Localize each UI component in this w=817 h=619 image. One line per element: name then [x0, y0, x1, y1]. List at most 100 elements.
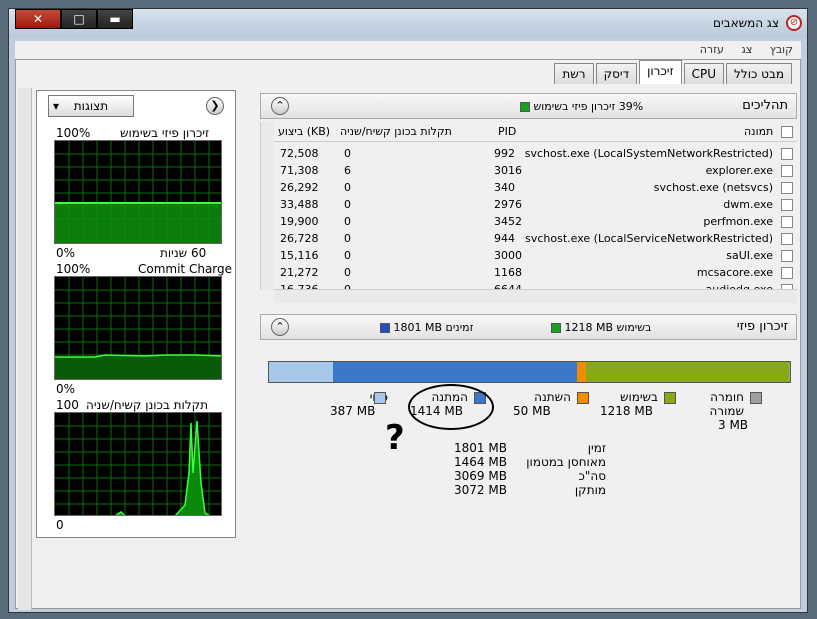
tab-strip: מבט כולל CPU זיכרון דיסק רשת — [552, 60, 792, 84]
process-checkbox[interactable] — [781, 267, 793, 279]
process-commit: 71,308 — [280, 164, 319, 177]
memory-used-icon — [520, 102, 530, 112]
process-row[interactable]: svchost.exe (netsvcs) 340 0 26,292 — [274, 180, 797, 197]
process-faults: 0 — [344, 249, 351, 262]
column-hard-faults[interactable]: תקלות בכונן קשיח/שניה — [340, 125, 452, 138]
graph1-bottom: 0% — [56, 246, 76, 260]
resource-monitor-icon: ⊘ — [786, 15, 802, 31]
process-checkbox[interactable] — [781, 182, 793, 194]
process-checkbox[interactable] — [781, 165, 793, 177]
process-commit: 21,272 — [280, 266, 319, 279]
process-faults: 0 — [344, 232, 351, 245]
processes-hscroll[interactable] — [274, 289, 797, 303]
title-bar[interactable]: ✕ □ ▬ צג המשאבים ⊘ — [9, 9, 807, 37]
process-pid: 992 — [494, 147, 515, 160]
process-row[interactable]: svchost.exe (LocalSystemNetworkRestricte… — [274, 146, 797, 163]
column-commit[interactable]: ביצוע (KB) — [278, 125, 330, 138]
column-pid[interactable]: PID — [498, 125, 516, 138]
legend-value: 387 MB — [330, 404, 376, 418]
processes-table-header: תמונה PID תקלות בכונן קשיח/שניה ביצוע (K… — [274, 122, 797, 142]
tab-network[interactable]: רשת — [554, 63, 594, 84]
left-vertical-scrollbar[interactable] — [18, 88, 32, 610]
process-row[interactable]: saUI.exe 3000 0 15,116 — [274, 248, 797, 265]
graph1-top: 100% — [56, 126, 91, 140]
process-pid: 3452 — [494, 215, 522, 228]
menu-help[interactable]: עזרה — [700, 43, 724, 56]
summary-label: סה"כ — [578, 469, 607, 483]
process-checkbox[interactable] — [781, 148, 793, 160]
process-pid: 3016 — [494, 164, 522, 177]
processes-status: 39% זיכרון פיזי בשימוש — [516, 100, 643, 113]
views-label: תצוגות — [73, 99, 109, 113]
process-faults: 0 — [344, 266, 351, 279]
tab-overview[interactable]: מבט כולל — [726, 63, 792, 84]
legend-item: בשימוש 1218 MB — [600, 390, 676, 418]
summary-value: 3072 MB — [454, 483, 507, 497]
graph-physical-memory — [54, 140, 222, 244]
processes-vscroll[interactable] — [260, 122, 274, 290]
process-row[interactable]: explorer.exe 3016 6 71,308 — [274, 163, 797, 180]
close-button[interactable]: ✕ — [15, 9, 61, 29]
process-row[interactable]: mcsacore.exe 1168 0 21,272 — [274, 265, 797, 282]
chevron-down-icon: ▾ — [53, 99, 60, 113]
minimize-button[interactable]: ▬ — [97, 9, 133, 29]
collapse-processes-button[interactable]: ⌃ — [271, 97, 289, 115]
available-status: 1801 MB זמינים — [376, 321, 473, 334]
processes-table: תמונה PID תקלות בכונן קשיח/שניה ביצוע (K… — [260, 122, 798, 296]
process-faults: 0 — [344, 181, 351, 194]
summary-value: 1801 MB — [454, 441, 507, 455]
process-pid: 2976 — [494, 198, 522, 211]
process-commit: 26,728 — [280, 232, 319, 245]
legend-item: השתנה 50 MB — [513, 390, 589, 418]
process-commit: 15,116 — [280, 249, 319, 262]
column-image[interactable]: תמונה — [744, 125, 773, 138]
processes-status-text: 39% זיכרון פיזי בשימוש — [533, 100, 644, 113]
memory-usage-bar — [268, 361, 791, 383]
processes-title: תהליכים — [742, 98, 788, 113]
process-faults: 0 — [344, 147, 351, 160]
menu-monitor[interactable]: צג — [741, 43, 752, 56]
legend-swatch — [750, 392, 762, 404]
physical-memory-header[interactable]: ⌃ 1801 MB זמינים 1218 MB בשימוש זיכרון פ… — [260, 314, 797, 340]
process-row[interactable]: perfmon.exe 3452 0 19,900 — [274, 214, 797, 231]
collapse-graphs-button[interactable]: ❯ — [206, 97, 224, 115]
graph3-bottom: 0 — [56, 518, 64, 532]
graph3-title: תקלות בכונן קשיח/שניה — [86, 398, 209, 412]
graph1-title: זיכרון פיזי בשימוש — [120, 126, 210, 140]
bar-segment-reserved — [789, 362, 790, 382]
legend-swatch — [664, 392, 676, 404]
summary-value: 1464 MB — [454, 455, 507, 469]
process-checkbox[interactable] — [781, 216, 793, 228]
process-checkbox[interactable] — [781, 199, 793, 211]
process-commit: 72,508 — [280, 147, 319, 160]
maximize-button[interactable]: □ — [61, 9, 97, 29]
graph-hard-faults — [54, 412, 222, 516]
process-image: dwm.exe — [723, 198, 773, 211]
tab-memory[interactable]: זיכרון — [639, 60, 682, 84]
bar-segment-standby — [333, 362, 578, 382]
bar-segment-modified — [577, 362, 586, 382]
legend-item: חומרה שמורה 3 MB — [709, 390, 762, 432]
process-faults: 0 — [344, 198, 351, 211]
process-row[interactable]: svchost.exe (LocalServiceNetworkRestrict… — [274, 231, 797, 248]
views-dropdown[interactable]: תצוגות ▾ — [48, 95, 134, 117]
processes-header[interactable]: ⌃ 39% זיכרון פיזי בשימוש תהליכים — [260, 93, 797, 119]
summary-label: מותקן — [574, 483, 606, 497]
graph3-svg — [55, 413, 221, 515]
summary-value: 3069 MB — [454, 469, 507, 483]
process-checkbox[interactable] — [781, 250, 793, 262]
window-title: צג המשאבים — [713, 16, 779, 30]
collapse-physical-button[interactable]: ⌃ — [271, 318, 289, 336]
bar-segment-free — [269, 362, 334, 382]
graph1-seconds: 60 שניות — [160, 246, 207, 260]
tab-disk[interactable]: דיסק — [595, 63, 638, 84]
graph2-svg — [55, 277, 221, 379]
process-checkbox[interactable] — [781, 233, 793, 245]
select-all-checkbox[interactable] — [781, 126, 793, 138]
legend-value: 1218 MB — [600, 404, 653, 418]
summary-label: מאוחסן במטמון — [526, 455, 606, 469]
menu-file[interactable]: קובץ — [770, 43, 793, 56]
physical-memory-title: זיכרון פיזי — [736, 319, 788, 334]
process-row[interactable]: dwm.exe 2976 0 33,488 — [274, 197, 797, 214]
tab-cpu[interactable]: CPU — [683, 63, 725, 84]
